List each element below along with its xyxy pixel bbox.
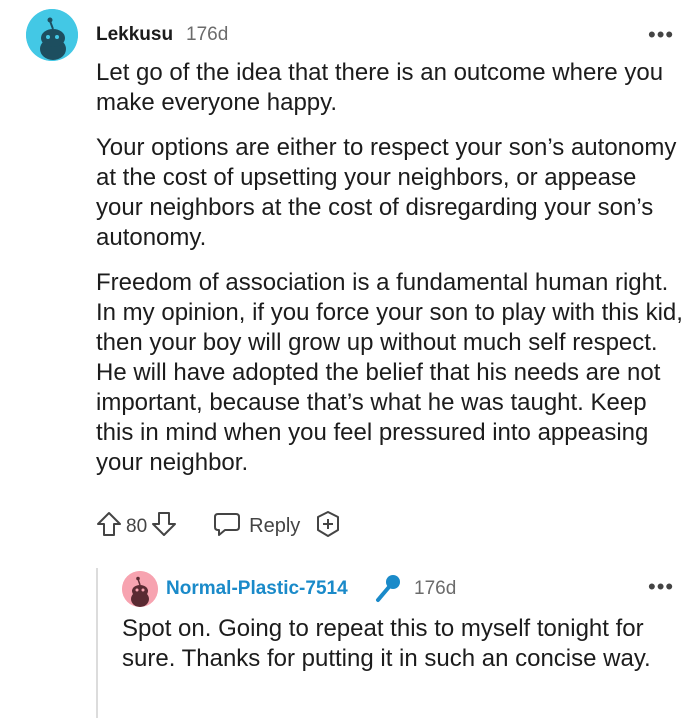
comment-paragraph: Freedom of association is a fundamental … (96, 269, 683, 476)
reply-age: 176d (414, 578, 457, 599)
reply-label: Reply (249, 515, 301, 537)
comment-paragraph: Your options are either to respect your … (96, 134, 677, 251)
reply-username[interactable]: Normal-Plastic-7514 (166, 578, 348, 600)
upvote-icon[interactable] (96, 511, 122, 542)
reply-avatar[interactable] (122, 571, 158, 607)
comment-paragraph: Let go of the idea that there is an outc… (96, 59, 664, 116)
comment-age: 176d (186, 24, 229, 45)
more-dots-icon[interactable]: ••• (648, 574, 674, 600)
thread-line[interactable] (96, 568, 98, 718)
microphone-icon (374, 573, 402, 608)
speech-bubble-icon (213, 511, 241, 542)
add-award-icon[interactable] (314, 510, 342, 543)
comment-body: Let go of the idea that there is an outc… (96, 58, 686, 493)
avatar[interactable] (26, 9, 78, 61)
vote-count: 80 (126, 515, 148, 537)
reply-body: Spot on. Going to repeat this to myself … (122, 615, 651, 672)
more-dots-icon[interactable]: ••• (648, 22, 674, 48)
comment-actions: 80 Reply (96, 510, 342, 543)
downvote-icon[interactable] (151, 511, 177, 542)
comment-username[interactable]: Lekkusu (96, 24, 173, 46)
snoo-avatar-icon (26, 9, 78, 61)
reply-button[interactable]: Reply (213, 511, 300, 542)
snoo-avatar-icon (122, 571, 158, 607)
